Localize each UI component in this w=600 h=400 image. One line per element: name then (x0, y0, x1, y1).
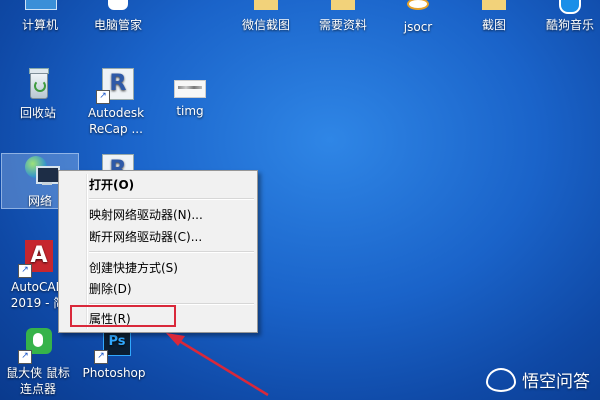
pc-manager-icon (103, 0, 133, 14)
kugou-icon (555, 0, 585, 14)
folder-icon (251, 0, 281, 14)
desktop-icon-label-line2: ReCap ... (89, 122, 143, 136)
autocad-icon: A ↗ (18, 240, 56, 278)
desktop-icon-recycle-bin[interactable]: 回收站 (0, 66, 76, 121)
computer-icon (25, 0, 57, 14)
autodesk-recap-icon: R ↗ (96, 66, 134, 104)
shortcut-arrow-icon: ↗ (18, 264, 32, 278)
desktop-icon-kugou[interactable]: 酷狗音乐 (532, 0, 600, 33)
menu-separator (89, 251, 254, 253)
menu-item-map-drive[interactable]: 映射网络驱动器(N)... (89, 205, 203, 225)
desktop-icon-computer[interactable]: 计算机 (2, 0, 78, 33)
eye-icon (403, 0, 433, 16)
watermark-logo-icon (486, 367, 516, 392)
desktop-icon-mouse-clicker[interactable]: ↗ 鼠大侠 鼠标 连点器 (0, 326, 76, 397)
desktop-icon-label-line2: 连点器 (19, 382, 56, 396)
mouse-clicker-icon: ↗ (18, 326, 56, 364)
folder-icon (328, 0, 358, 14)
menu-item-delete[interactable]: 删除(D) (89, 279, 132, 299)
desktop-icon-screenshot[interactable]: 截图 (456, 0, 532, 33)
shortcut-arrow-icon: ↗ (18, 350, 32, 364)
desktop-icon-label: 截图 (481, 18, 506, 32)
desktop-icon-autodesk-recap[interactable]: R ↗ Autodesk ReCap ... (78, 66, 154, 137)
folder-icon (479, 0, 509, 14)
desktop-icon-label: 酷狗音乐 (545, 18, 594, 32)
desktop-icon-label: 需要资料 (318, 18, 367, 32)
arrow-line (175, 337, 269, 397)
desktop-icon-label: timg (176, 104, 204, 118)
network-icon (22, 154, 60, 190)
desktop-icon-timg[interactable]: timg (152, 80, 228, 119)
desktop-icon-photoshop[interactable]: Ps ↗ Photoshop (76, 326, 152, 381)
desktop-icon-label: Photoshop (82, 366, 146, 380)
watermark-text: 悟空问答 (522, 372, 590, 392)
image-file-icon (172, 80, 208, 100)
desktop-icon-label: 计算机 (21, 18, 58, 32)
menu-item-disconnect-drive[interactable]: 断开网络驱动器(C)... (89, 227, 202, 247)
desktop-icon-jsocr[interactable]: jsocr (380, 0, 456, 35)
menu-item-open[interactable]: 打开(O) (89, 175, 134, 195)
desktop-icon-label: 电脑管家 (93, 18, 142, 32)
menu-separator (89, 198, 254, 200)
shortcut-arrow-icon: ↗ (96, 90, 110, 104)
shortcut-arrow-icon: ↗ (94, 350, 108, 364)
highlight-box (70, 305, 176, 327)
desktop-icon-label: jsocr (403, 20, 433, 34)
arrow-head (166, 333, 185, 346)
recycle-bin-icon (20, 66, 56, 102)
desktop-icon-label-line1: 鼠大侠 鼠标 (6, 366, 70, 380)
desktop-icon-wechat-screenshot[interactable]: 微信截图 (228, 0, 304, 33)
desktop-icon-needed-materials[interactable]: 需要资料 (305, 0, 381, 33)
desktop-icon-label: 微信截图 (241, 18, 290, 32)
desktop-icon-label-line1: Autodesk (87, 106, 145, 120)
desktop-icon-label: 回收站 (19, 106, 56, 120)
watermark: 悟空问答 (486, 367, 590, 392)
desktop-icon-pc-manager[interactable]: 电脑管家 (80, 0, 156, 33)
menu-item-create-shortcut[interactable]: 创建快捷方式(S) (89, 258, 178, 278)
